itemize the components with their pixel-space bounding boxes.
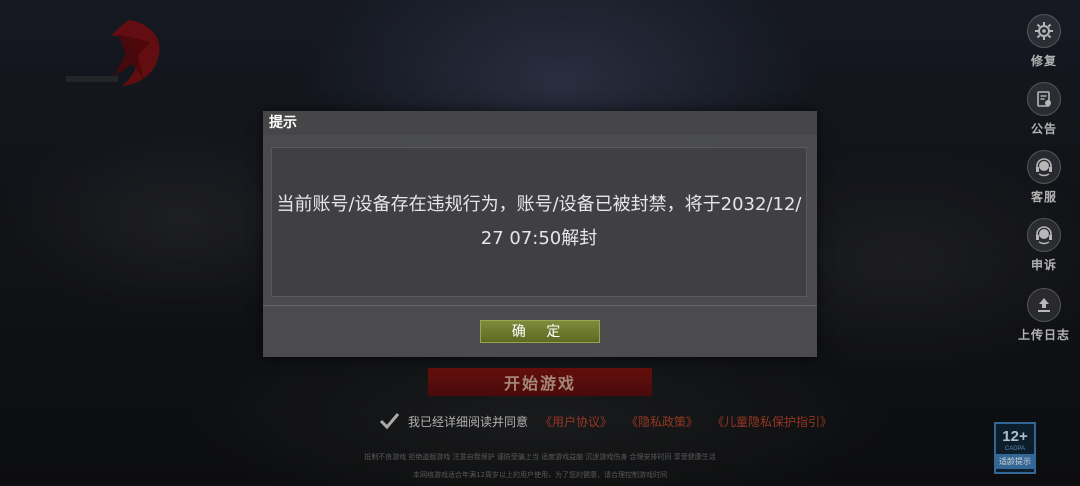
ban-message: 当前账号/设备存在违规行为，账号/设备已被封禁，将于2032/12/27 07:… xyxy=(276,194,802,249)
dialog-title: 提示 xyxy=(263,111,817,135)
notice-dialog: 提示 当前账号/设备存在违规行为，账号/设备已被封禁，将于2032/12/27 … xyxy=(263,111,817,357)
confirm-button[interactable]: 确 定 xyxy=(480,320,600,343)
dialog-body: 当前账号/设备存在违规行为，账号/设备已被封禁，将于2032/12/27 07:… xyxy=(271,147,807,297)
dialog-divider xyxy=(263,305,817,306)
